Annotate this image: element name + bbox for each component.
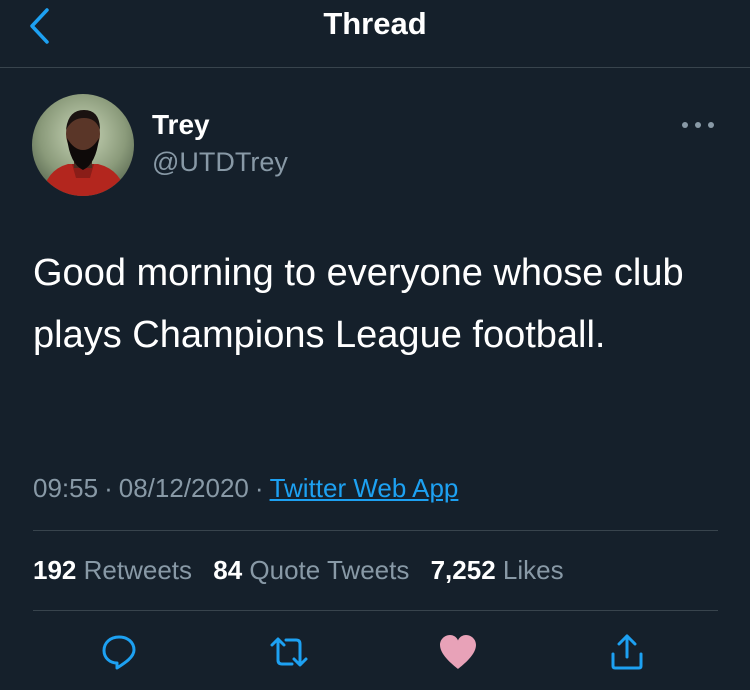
share-button[interactable] <box>605 630 649 674</box>
share-icon <box>611 634 643 670</box>
author-handle[interactable]: @UTDTrey <box>152 145 288 179</box>
tweet-date: 08/12/2020 <box>118 473 249 503</box>
heart-icon <box>440 635 476 669</box>
more-horizontal-icon <box>682 122 714 128</box>
more-options-button[interactable] <box>678 110 718 140</box>
avatar[interactable] <box>32 94 134 196</box>
likes-count: 7,252 <box>430 555 496 585</box>
divider <box>33 530 718 531</box>
divider <box>33 610 718 611</box>
meta-separator: · <box>104 473 113 503</box>
tweet-stats: 192 Retweets 84 Quote Tweets 7,252 Likes <box>33 553 578 587</box>
like-button[interactable] <box>436 630 480 674</box>
meta-separator: · <box>254 473 264 503</box>
page-title: Thread <box>323 6 427 41</box>
tweet-time: 09:55 <box>33 473 99 503</box>
author-name[interactable]: Trey <box>152 108 210 142</box>
likes-label: Likes <box>502 555 564 585</box>
quote-tweets-stat[interactable]: 84 Quote Tweets <box>213 555 409 585</box>
retweets-label: Retweets <box>83 555 193 585</box>
top-bar: Thread <box>0 0 750 68</box>
quote-tweets-count: 84 <box>213 555 243 585</box>
likes-stat[interactable]: 7,252 Likes <box>431 555 564 585</box>
tweet-source-link[interactable]: Twitter Web App <box>270 473 459 503</box>
quote-tweets-label: Quote Tweets <box>249 555 410 585</box>
tweet-text: Good morning to everyone whose club play… <box>33 252 684 356</box>
avatar-photo <box>32 94 134 196</box>
retweet-button[interactable] <box>267 630 311 674</box>
reply-icon <box>102 635 136 670</box>
retweets-stat[interactable]: 192 Retweets <box>33 555 192 585</box>
tweet-detail-screen: Thread Trey @UTDTrey Good morning to eve… <box>0 0 750 690</box>
retweet-icon <box>270 637 308 667</box>
retweets-count: 192 <box>33 555 77 585</box>
tweet-meta: 09:55 · 08/12/2020 · Twitter Web App <box>33 470 458 506</box>
reply-button[interactable] <box>97 630 141 674</box>
